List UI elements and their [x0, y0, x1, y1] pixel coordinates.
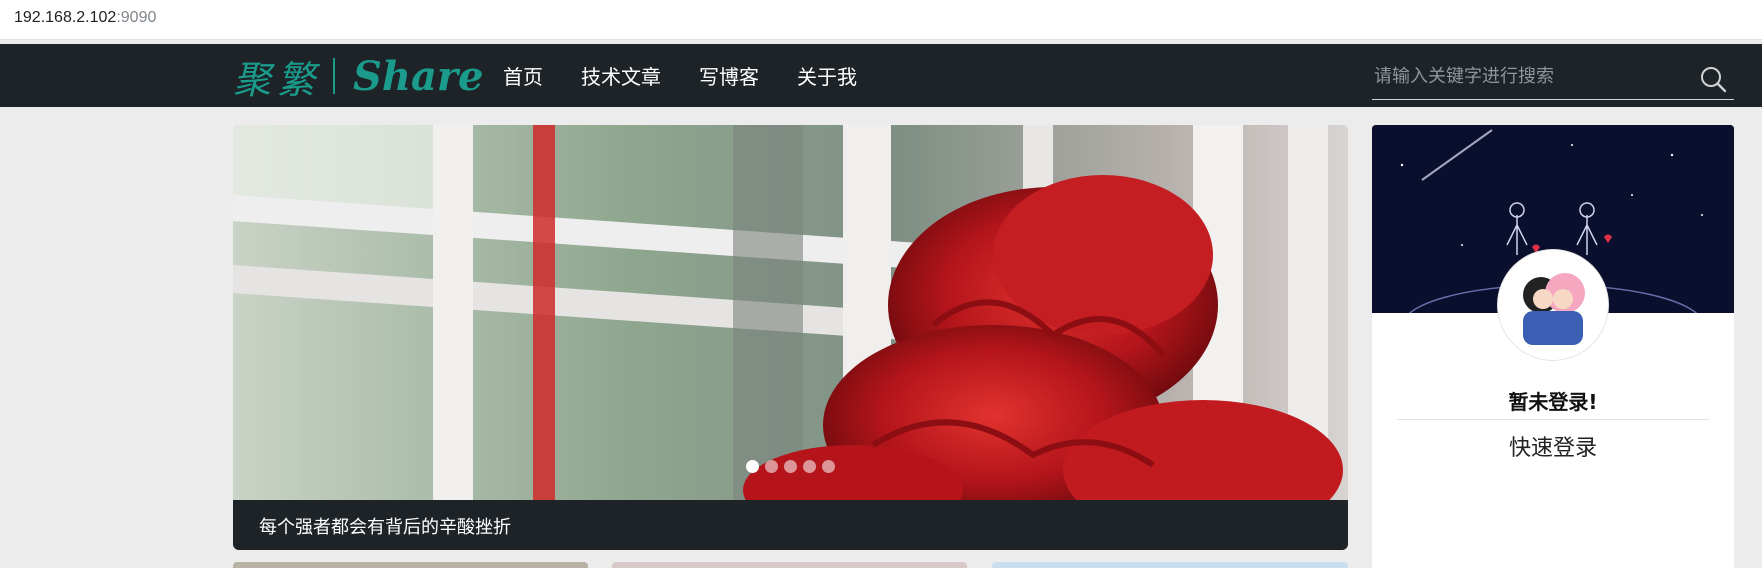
quick-login-link[interactable]: 快速登录	[1372, 430, 1734, 462]
nav-item-write-blog[interactable]: 写博客	[699, 61, 759, 90]
nav-item-home[interactable]: 首页	[503, 61, 543, 90]
site-logo[interactable]: 聚繁 Share	[233, 52, 484, 102]
carousel-caption[interactable]: 每个强者都会有背后的辛酸挫折	[233, 500, 1348, 550]
main-nav: 首页 技术文章 写博客 关于我	[503, 44, 895, 107]
login-status-text: 暂未登录!	[1508, 390, 1598, 414]
url-text[interactable]: 192.168.2.102:9090	[14, 9, 156, 27]
site-navbar: 聚繁 Share 首页 技术文章 写博客 关于我	[0, 44, 1762, 107]
search-icon[interactable]	[1698, 64, 1728, 94]
browser-url-bar[interactable]: 192.168.2.102:9090	[0, 0, 1762, 40]
user-card: 暂未登录! 快速登录	[1372, 125, 1734, 568]
nav-item-articles[interactable]: 技术文章	[581, 61, 661, 90]
url-port: :9090	[116, 9, 157, 26]
divider	[1397, 419, 1709, 420]
carousel-dot-2[interactable]	[765, 460, 778, 473]
logo-english-text: Share	[353, 52, 484, 100]
carousel-slide-image	[233, 125, 1348, 500]
url-host: 192.168.2.102	[14, 9, 117, 26]
search-input[interactable]	[1374, 62, 1674, 90]
search-box	[1372, 54, 1734, 100]
logo-divider	[333, 58, 336, 94]
carousel-dot-3[interactable]	[784, 460, 797, 473]
article-thumbnail[interactable]	[612, 562, 967, 568]
logo-chinese-text: 聚繁	[233, 57, 322, 102]
carousel-dot-5[interactable]	[822, 460, 835, 473]
carousel-dot-4[interactable]	[803, 460, 816, 473]
user-avatar[interactable]	[1498, 250, 1608, 360]
hero-carousel[interactable]: 每个强者都会有背后的辛酸挫折	[233, 125, 1348, 550]
carousel-dot-1[interactable]	[746, 460, 759, 473]
article-thumbnail[interactable]	[992, 562, 1348, 568]
carousel-indicators	[233, 460, 1348, 473]
nav-item-about[interactable]: 关于我	[797, 61, 857, 90]
article-thumbnail[interactable]	[233, 562, 588, 568]
